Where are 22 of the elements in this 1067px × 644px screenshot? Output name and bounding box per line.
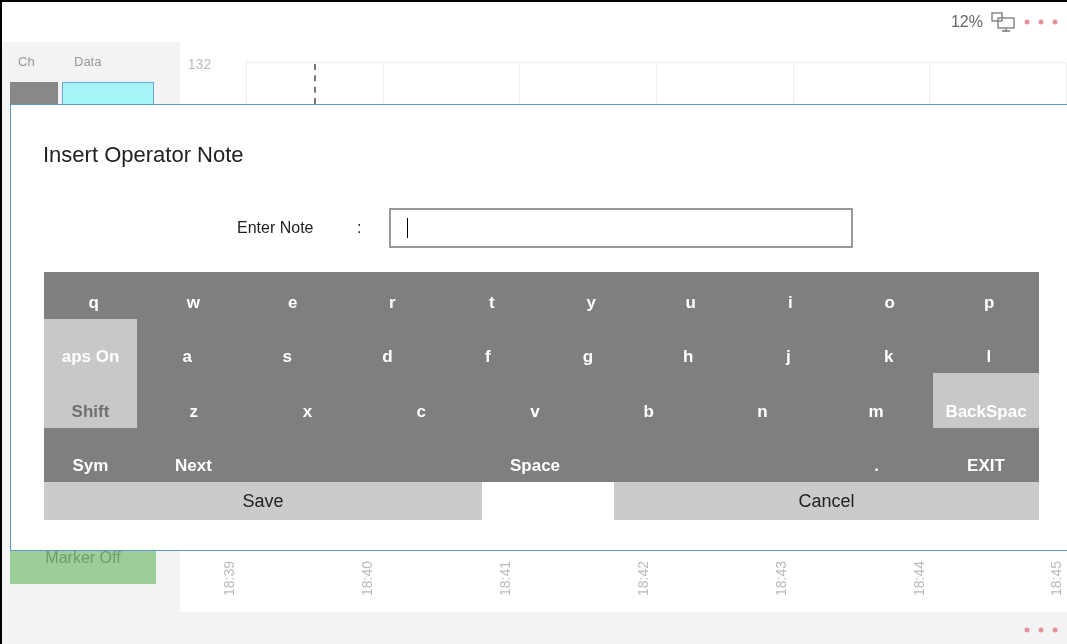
- text-cursor: [407, 218, 408, 238]
- time-axis-label: 18:42: [633, 560, 652, 596]
- keyboard-key[interactable]: Shift: [44, 373, 137, 428]
- time-axis-label: 18:45: [1047, 560, 1066, 596]
- field-label: Enter Note: [237, 218, 315, 238]
- column-header: Data: [73, 53, 102, 72]
- field-separator: :: [357, 218, 363, 238]
- column-header: Ch: [17, 53, 36, 72]
- more-dots-icon[interactable]: [1023, 626, 1059, 634]
- time-axis-label: 18:44: [909, 560, 928, 596]
- axis-label: 132: [187, 55, 212, 74]
- time-axis-label: 18:41: [496, 560, 515, 596]
- dialog-title: Insert Operator Note: [43, 141, 244, 169]
- time-axis-label: 18:43: [771, 560, 790, 596]
- time-axis-label: 18:39: [220, 560, 239, 596]
- percentage-text: 12%: [950, 12, 983, 32]
- note-input-field[interactable]: [389, 208, 853, 248]
- save-button[interactable]: Save: [44, 482, 482, 520]
- time-axis-label: 18:40: [358, 560, 377, 596]
- more-dots-icon[interactable]: [1023, 18, 1059, 26]
- network-monitor-icon: [991, 12, 1015, 32]
- cancel-button[interactable]: Cancel: [614, 482, 1039, 520]
